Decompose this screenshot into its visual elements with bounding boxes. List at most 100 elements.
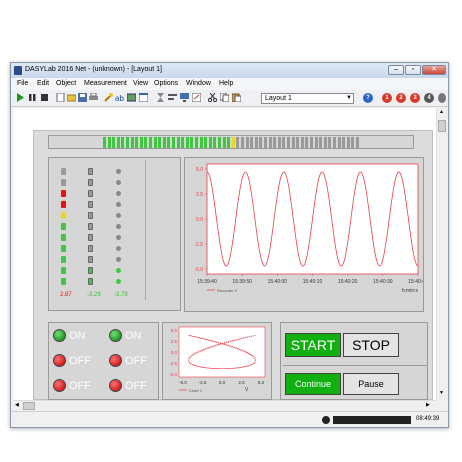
window-icon[interactable] (139, 93, 148, 102)
scroll-right-icon[interactable]: ▶ (426, 402, 430, 408)
stop-button[interactable]: STOP (343, 333, 399, 357)
x-axis-label: V (245, 387, 249, 393)
paste-icon[interactable] (232, 93, 241, 102)
lamp-off[interactable] (109, 354, 122, 367)
progress-segment (319, 137, 323, 148)
scroll-thumb[interactable] (438, 120, 446, 132)
app-icon (14, 66, 22, 75)
menu-file[interactable]: File (17, 80, 28, 87)
layout-panel: 2.87 -3.29 -3.79 5.0 2.5 0.0 -2.5 -5.0 15:39:… (33, 130, 433, 400)
progress-segment (158, 137, 162, 148)
progress-segment (291, 137, 295, 148)
scroll-up-icon[interactable]: ▲ (439, 109, 444, 115)
maximize-button[interactable]: ▫ (405, 65, 421, 75)
plot-area (178, 326, 266, 378)
lamp-label: OFF (125, 380, 147, 392)
menu-object[interactable]: Object (56, 80, 76, 87)
progress-segment (250, 137, 254, 148)
menu-measurement[interactable]: Measurement (84, 80, 127, 87)
progress-segment (328, 137, 332, 148)
save-icon[interactable] (78, 93, 87, 102)
horizontal-scrollbar[interactable]: ◀ ▶ (13, 400, 436, 411)
display-icon[interactable] (180, 93, 189, 102)
meters-panel: 2.87 -3.29 -3.79 (48, 157, 181, 311)
meter-segment (88, 190, 93, 197)
y-tick-label: -5.0 (169, 372, 177, 377)
menu-view[interactable]: View (133, 80, 148, 87)
progress-segment (126, 137, 129, 148)
more-icon[interactable] (438, 93, 446, 103)
meters-bars (49, 158, 182, 312)
meter-segment (61, 234, 66, 241)
align-icon[interactable] (168, 93, 177, 102)
progress-segment (181, 137, 185, 148)
progress-segment (149, 137, 152, 148)
progress-segment (185, 137, 189, 148)
progress-segment (162, 137, 166, 148)
layout-select[interactable]: Layout 1 ▼ (261, 93, 354, 104)
scroll-left-icon[interactable]: ◀ (15, 402, 19, 408)
lamp-off[interactable] (53, 379, 66, 392)
progress-segment (351, 137, 355, 148)
export-icon[interactable] (192, 93, 201, 102)
meter-dot (116, 169, 121, 174)
play-icon[interactable] (16, 93, 25, 102)
help-icon[interactable]: ? (363, 93, 373, 103)
x-tick-label: 5.0 (258, 380, 265, 385)
copy-icon[interactable] (220, 93, 229, 102)
channel-3-button[interactable]: 3 (410, 93, 420, 103)
progress-segment (305, 137, 309, 148)
vertical-scrollbar[interactable]: ▲ ▼ (436, 108, 447, 400)
print-icon[interactable] (89, 93, 98, 102)
progress-segment (199, 137, 203, 148)
pause-button[interactable]: Pause (343, 373, 399, 395)
hscroll-thumb[interactable] (23, 402, 35, 410)
meter-segment (88, 223, 93, 230)
x-tick-label: -5.0 (179, 380, 187, 385)
lamp-label: ON (125, 330, 142, 342)
stop-icon[interactable] (40, 93, 49, 102)
minimize-button[interactable]: – (388, 65, 404, 75)
lamp-on[interactable] (53, 329, 66, 342)
lamp-on[interactable] (109, 329, 122, 342)
scroll-down-icon[interactable]: ▼ (439, 390, 444, 396)
y-tick-label: 2.5 (196, 192, 203, 198)
meter-segment (61, 168, 66, 175)
continue-button[interactable]: Continue (285, 373, 341, 395)
progress-segment (346, 137, 350, 148)
progress-segment (300, 137, 304, 148)
cut-icon[interactable] (208, 93, 217, 102)
lamp-off[interactable] (53, 354, 66, 367)
menu-options[interactable]: Options (154, 80, 178, 87)
toolbar: ab Layout 1 ▼ ? 1 2 3 4 (11, 90, 448, 107)
progress-segment (218, 137, 221, 148)
meter-dot (116, 180, 121, 185)
pause-icon[interactable] (28, 93, 37, 102)
channel-4-button[interactable]: 4 (424, 93, 434, 103)
meter-dot (116, 268, 121, 273)
title-bar: DASYLab 2016 Net - (unknown) - [Layout 1… (11, 63, 448, 78)
new-file-icon[interactable] (56, 93, 65, 102)
menu-window[interactable]: Window (186, 80, 211, 87)
lamp-off[interactable] (109, 379, 122, 392)
layout-select-value: Layout 1 (265, 95, 292, 102)
progress-segment (112, 137, 116, 148)
text-tool-icon[interactable]: ab (115, 93, 124, 102)
chevron-down-icon: ▼ (346, 95, 352, 101)
menu-edit[interactable]: Edit (37, 80, 49, 87)
channel-1-button[interactable]: 1 (382, 93, 392, 103)
y-tick-label: -2.5 (194, 242, 203, 248)
wizard-icon[interactable] (104, 93, 113, 102)
picture-icon[interactable] (127, 93, 136, 102)
start-button[interactable]: START (285, 333, 341, 357)
hourglass-icon[interactable] (156, 93, 165, 102)
channel-2-button[interactable]: 2 (396, 93, 406, 103)
open-folder-icon[interactable] (67, 93, 76, 102)
close-button[interactable]: ✕ (422, 65, 446, 75)
progress-segment (103, 137, 106, 148)
menu-help[interactable]: Help (219, 80, 233, 87)
meter-segment (61, 256, 66, 263)
meter-segment (61, 223, 66, 230)
progress-segment (121, 137, 125, 148)
lamps-panel: ON OFF OFF ON OFF OFF (48, 322, 159, 400)
